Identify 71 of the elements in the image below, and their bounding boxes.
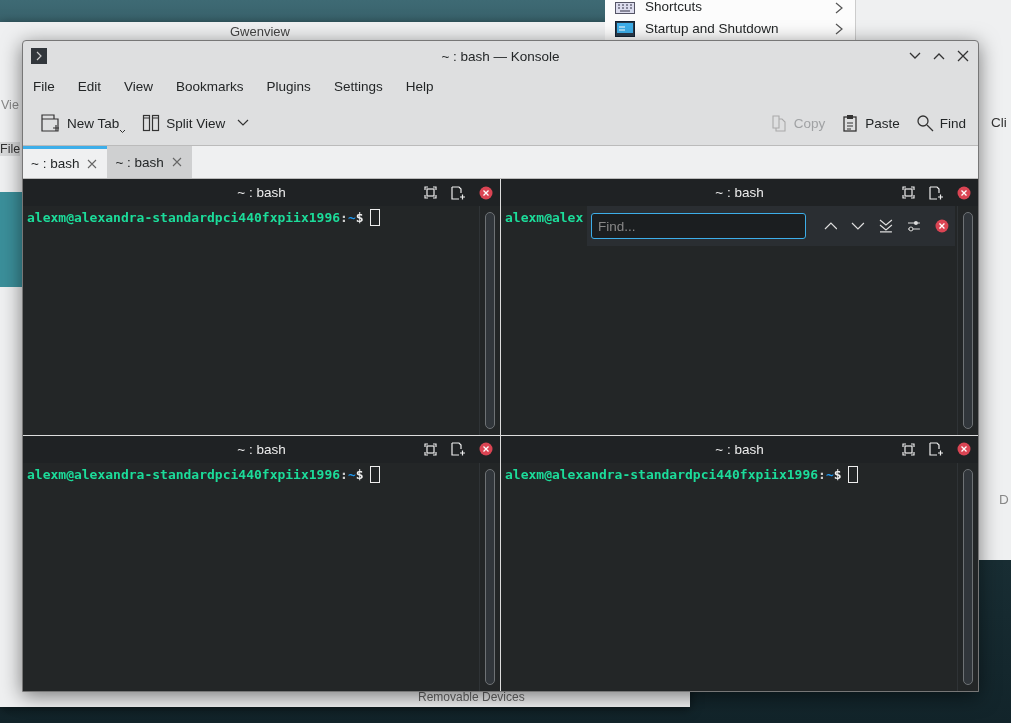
device-label: Removable Devices (418, 690, 525, 704)
window-title: ~ : bash — Konsole (441, 48, 560, 64)
tab[interactable]: ~ : bash (107, 146, 192, 178)
close-icon[interactable] (479, 185, 493, 200)
shell-prompt: alexm@alexandra-standardpci440fxpiix1996:~$ (27, 209, 364, 226)
new-tab-icon (39, 112, 61, 134)
find-button[interactable]: Find (913, 110, 968, 136)
chevron-right-icon (835, 2, 843, 14)
close-icon[interactable] (957, 185, 971, 200)
shell-prompt: alexm@alex (505, 209, 584, 226)
close-icon[interactable] (956, 49, 970, 63)
menu-item[interactable]: Help (405, 78, 434, 94)
settings-category[interactable]: Shortcuts (605, 0, 855, 14)
close-icon[interactable] (957, 442, 971, 456)
pane-title: ~ : bash (237, 441, 286, 457)
menu-item[interactable]: Bookmarks (176, 78, 244, 94)
close-icon[interactable] (479, 442, 493, 456)
terminal-pane[interactable]: ~ : bash alexm@alexandra-standardpci440fxpiix1996:~$ (23, 179, 500, 435)
new-tab-icon[interactable] (451, 442, 465, 456)
chevron-up-icon[interactable] (823, 221, 838, 231)
double-chevron-down-icon[interactable] (879, 219, 894, 233)
scrollbar[interactable] (963, 468, 973, 685)
pane-title: ~ : bash (715, 441, 764, 457)
text-cursor (369, 209, 380, 226)
copy-icon (769, 114, 788, 132)
shell-prompt: alexm@alexandra-standardpci440fxpiix1996:~$ (505, 465, 842, 483)
partial-label: Vie (1, 98, 19, 112)
chevron-right-icon (835, 22, 843, 35)
maximize-icon[interactable] (424, 186, 437, 199)
caret-icon (119, 129, 127, 134)
menu-item[interactable]: Settings (333, 78, 383, 94)
maximize-icon[interactable] (902, 186, 915, 199)
clipboard-icon (841, 114, 860, 132)
keyboard-icon (615, 2, 635, 14)
terminal-icon (31, 48, 47, 64)
split-view-icon (142, 114, 161, 132)
maximize-icon[interactable] (902, 442, 915, 456)
monitor-icon (615, 20, 635, 37)
terminal-pane[interactable]: ~ : bash alexm@alex Find... (501, 179, 978, 435)
scrollbar[interactable] (485, 212, 495, 429)
menu-item[interactable]: View (124, 78, 154, 94)
maximize-icon[interactable] (424, 442, 437, 456)
new-tab-button[interactable]: New Tab (37, 108, 129, 138)
split-view-button[interactable]: Split View (140, 110, 252, 136)
caret-icon (237, 119, 250, 127)
new-tab-icon[interactable] (929, 442, 943, 456)
sliders-icon[interactable] (907, 220, 922, 232)
text-cursor (369, 465, 380, 483)
window-title: Gwenview (230, 24, 290, 39)
search-icon (915, 114, 934, 132)
pane-title: ~ : bash (715, 185, 764, 200)
menu-item[interactable]: File (33, 78, 55, 94)
terminal-pane[interactable]: ~ : bash alexm@alexandra-standardpci440fxpiix1996:~$ (501, 435, 978, 691)
new-tab-icon[interactable] (451, 185, 465, 200)
shell-prompt: alexm@alexandra-standardpci440fxpiix1996:~$ (27, 465, 364, 483)
text-cursor (847, 465, 858, 483)
new-tab-icon[interactable] (929, 185, 943, 200)
terminal-pane[interactable]: ~ : bash alexm@alexandra-standardpci440fxpiix1996:~$ (23, 435, 500, 691)
chevron-down-icon[interactable] (851, 221, 866, 231)
menu-item[interactable]: Plugins (266, 78, 311, 94)
pane-title: ~ : bash (237, 185, 286, 200)
partial-label: D (999, 492, 1009, 507)
paste-button[interactable]: Paste (839, 110, 902, 136)
scrollbar[interactable] (485, 468, 495, 685)
partial-label: File (0, 142, 21, 156)
find-field[interactable]: Find... (591, 213, 806, 239)
menu-item[interactable]: Edit (77, 78, 102, 94)
scrollbar[interactable] (963, 212, 973, 429)
close-icon[interactable] (935, 219, 949, 233)
settings-category[interactable]: Startup and Shutdown (605, 14, 855, 43)
partial-label: Cli (991, 115, 1007, 130)
